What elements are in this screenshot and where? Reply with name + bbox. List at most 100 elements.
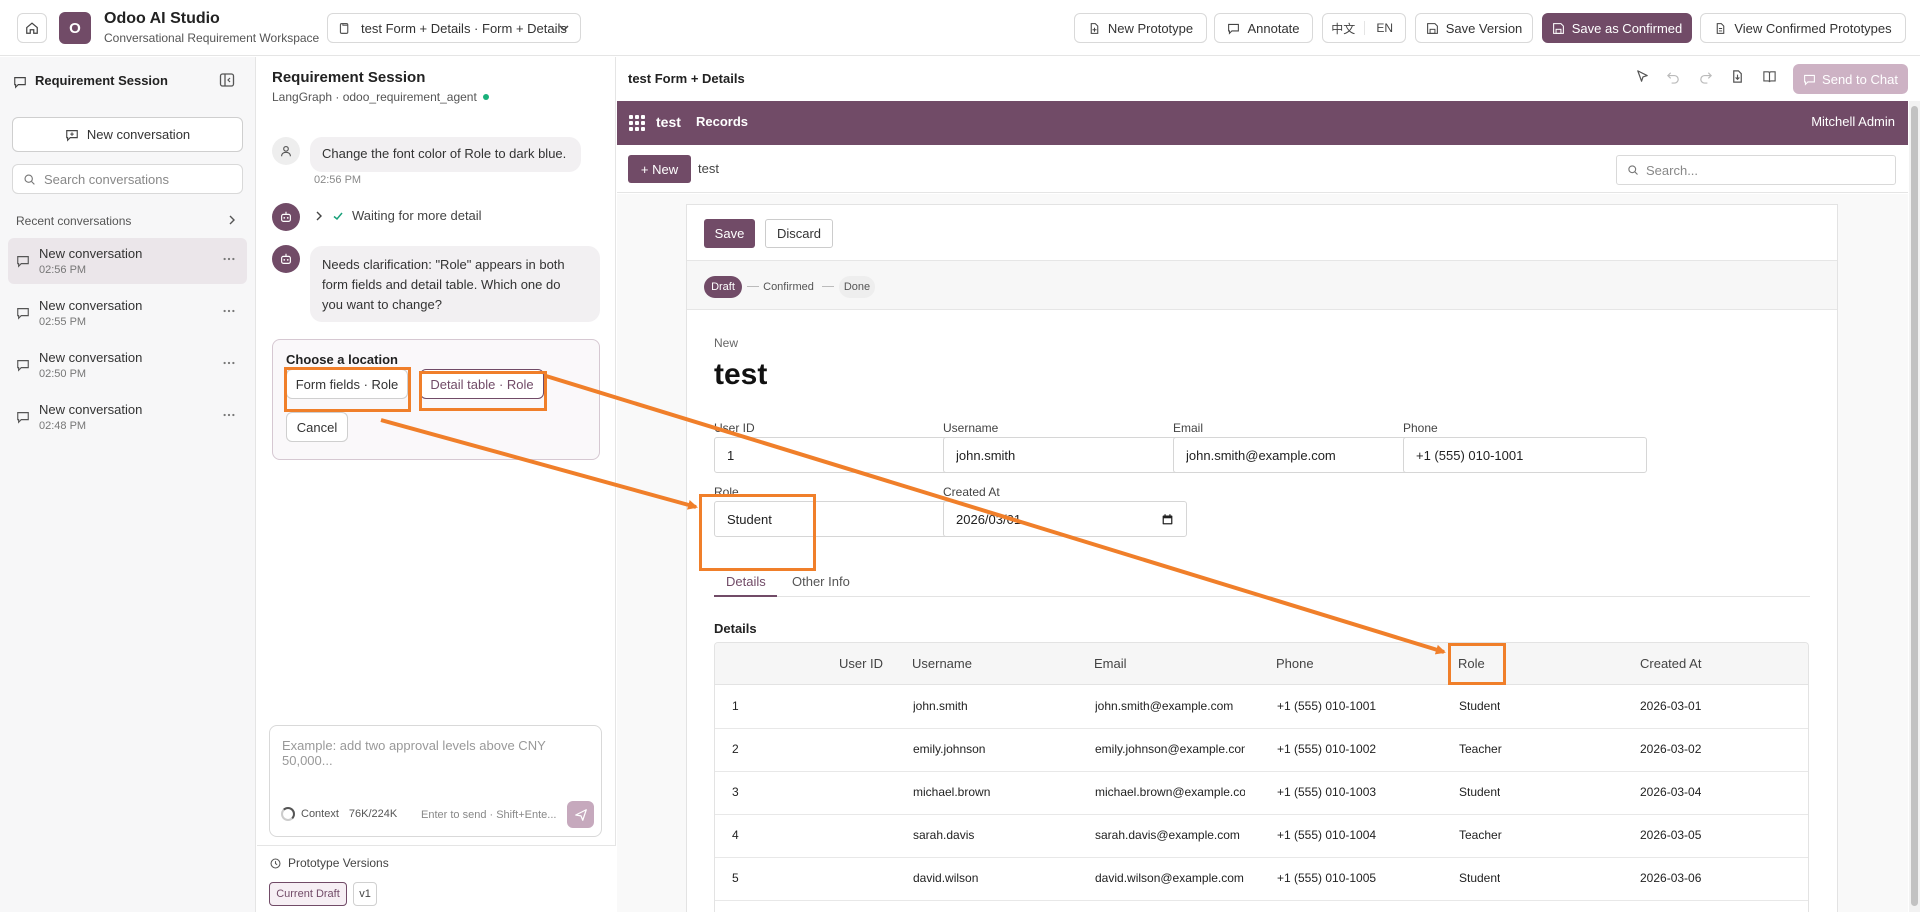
new-prototype-button[interactable]: New Prototype <box>1074 13 1207 43</box>
stage-draft[interactable]: Draft <box>704 276 742 298</box>
search-conversations[interactable] <box>12 164 243 194</box>
control-panel: + New test <box>617 145 1908 193</box>
column-header[interactable]: Phone <box>1276 656 1314 671</box>
waiting-status[interactable]: Waiting for more detail <box>314 208 482 223</box>
table-cell: emily.johnson <box>913 742 986 756</box>
undo-icon[interactable] <box>1666 69 1681 84</box>
nav-user-menu[interactable]: Mitchell Admin <box>1811 114 1895 129</box>
conversation-title: New conversation <box>39 350 143 365</box>
home-button[interactable] <box>17 13 47 43</box>
chevron-right-icon <box>316 211 322 220</box>
stage-confirmed[interactable]: Confirmed <box>763 276 814 298</box>
version-current-draft[interactable]: Current Draft <box>269 882 347 906</box>
table-row[interactable]: 4 sarah.davis sarah.davis@example.com +1… <box>715 815 1808 858</box>
user-id-field[interactable] <box>714 437 958 473</box>
send-button[interactable] <box>567 801 594 828</box>
bot-message-line: Needs clarification: "Role" appears in b… <box>322 257 565 272</box>
more-horizontal-icon[interactable] <box>222 356 236 370</box>
created-at-field[interactable]: 2026/03/01 <box>943 501 1187 537</box>
table-cell: Student <box>1459 871 1501 885</box>
email-field[interactable] <box>1173 437 1417 473</box>
table-cell: 2026-03-04 <box>1640 785 1702 799</box>
redo-icon[interactable] <box>1698 69 1713 84</box>
table-cell: david.wilson@example.com <box>1095 871 1244 885</box>
column-header[interactable]: User ID <box>839 656 883 671</box>
send-to-chat-button[interactable]: Send to Chat <box>1793 64 1908 94</box>
conversation-item[interactable]: New conversation 02:55 PM <box>8 290 247 336</box>
record-search[interactable] <box>1616 155 1896 185</box>
record-search-input[interactable] <box>1646 162 1886 178</box>
prototype-select[interactable]: test Form + Details · Form + Details <box>327 13 581 43</box>
nav-app-name[interactable]: test <box>656 114 681 130</box>
table-row[interactable]: 3 michael.brown michael.brown@example.co… <box>715 772 1808 815</box>
save-as-confirmed-button[interactable]: Save as Confirmed <box>1542 13 1692 43</box>
view-confirmed-label: View Confirmed Prototypes <box>1734 20 1892 36</box>
tab-other-info[interactable]: Other Info <box>792 574 850 589</box>
more-horizontal-icon[interactable] <box>222 408 236 422</box>
detail-table-role-option[interactable]: Detail table · Role <box>420 369 544 399</box>
user-avatar <box>272 137 300 165</box>
cursor-icon[interactable] <box>1635 69 1650 84</box>
save-version-button[interactable]: Save Version <box>1415 13 1533 43</box>
tab-details[interactable]: Details <box>726 574 766 589</box>
column-header[interactable]: Created At <box>1640 656 1701 671</box>
message-input[interactable] <box>282 738 587 778</box>
preview-scrollbar[interactable] <box>1909 101 1920 912</box>
table-cell: +1 (555) 010-1005 <box>1277 871 1377 885</box>
annotate-button[interactable]: Annotate <box>1214 13 1313 43</box>
export-icon[interactable] <box>1730 69 1745 84</box>
more-horizontal-icon[interactable] <box>222 304 236 318</box>
view-confirmed-prototypes-button[interactable]: View Confirmed Prototypes <box>1700 13 1906 43</box>
conversation-item[interactable]: New conversation 02:56 PM <box>8 238 247 284</box>
column-header[interactable]: Email <box>1094 656 1127 671</box>
table-row[interactable]: 5 david.wilson david.wilson@example.com … <box>715 858 1808 901</box>
lang-zh-option[interactable]: 中文 <box>1323 20 1364 37</box>
chat-panel: Requirement Session LangGraph · odoo_req… <box>257 57 616 912</box>
search-icon <box>24 173 35 185</box>
stage-done[interactable]: Done <box>839 276 875 298</box>
collapse-sidebar-icon[interactable] <box>219 72 235 88</box>
book-icon[interactable] <box>1762 69 1777 84</box>
chevron-right-icon[interactable] <box>227 215 237 225</box>
save-version-label: Save Version <box>1445 20 1523 36</box>
save-as-confirmed-label: Save as Confirmed <box>1571 20 1683 36</box>
details-section-title: Details <box>714 621 757 636</box>
version-v1[interactable]: v1 <box>353 882 377 906</box>
language-toggle[interactable]: 中文 EN <box>1322 13 1406 43</box>
apps-grid-icon[interactable] <box>629 115 645 131</box>
new-record-button[interactable]: + New <box>628 155 691 183</box>
cancel-button[interactable]: Cancel <box>286 412 348 442</box>
conversation-item[interactable]: New conversation 02:48 PM <box>8 394 247 440</box>
role-field[interactable] <box>714 501 958 537</box>
scrollbar-thumb[interactable] <box>1911 106 1918 906</box>
username-field[interactable] <box>943 437 1187 473</box>
lang-en-option[interactable]: EN <box>1363 21 1406 35</box>
table-cell: 2 <box>732 742 739 756</box>
phone-field[interactable] <box>1403 437 1647 473</box>
waiting-text: Waiting for more detail <box>352 208 482 223</box>
conversation-item[interactable]: New conversation 02:50 PM <box>8 342 247 388</box>
discard-button[interactable]: Discard <box>765 219 833 248</box>
bot-clarification-message: Needs clarification: "Role" appears in b… <box>310 246 600 322</box>
recent-conversations-label: Recent conversations <box>16 214 132 228</box>
column-header[interactable]: Username <box>912 656 972 671</box>
column-header[interactable]: Role <box>1458 656 1485 671</box>
calendar-icon[interactable] <box>1161 513 1174 526</box>
table-row[interactable]: 1 john.smith john.smith@example.com +1 (… <box>715 686 1808 729</box>
role-label: Role <box>714 485 739 499</box>
save-button[interactable]: Save <box>704 219 755 248</box>
more-horizontal-icon[interactable] <box>222 252 236 266</box>
bot-icon <box>281 253 291 264</box>
nav-records-menu[interactable]: Records <box>696 114 748 129</box>
form-fields-role-option[interactable]: Form fields · Role <box>286 369 408 399</box>
phone-label: Phone <box>1403 421 1438 435</box>
table-cell: 3 <box>732 785 739 799</box>
table-cell: michael.brown <box>913 785 991 799</box>
table-cell: +1 (555) 010-1002 <box>1277 742 1377 756</box>
search-conversations-input[interactable] <box>44 171 224 187</box>
chat-bubble-icon <box>17 360 29 372</box>
table-row[interactable]: 2 emily.johnson emily.johnson@example.co… <box>715 729 1808 772</box>
new-conversation-button[interactable]: New conversation <box>12 117 243 152</box>
comment-icon <box>1804 74 1815 86</box>
table-cell: michael.brown@example.com <box>1095 785 1245 799</box>
